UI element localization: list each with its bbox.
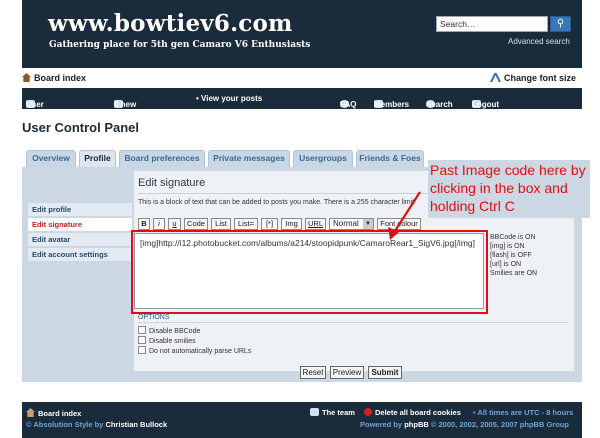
tab-overview[interactable]: Overview xyxy=(26,150,76,167)
timezone-info: • All times are UTC - 8 hours xyxy=(473,408,574,417)
page: www.bowtiev6.com Gathering place for 5th… xyxy=(22,0,582,438)
style-author-link[interactable]: Christian Bullock xyxy=(105,420,167,429)
tab-usergroups[interactable]: Usergroups xyxy=(293,150,353,167)
footer-team-label: The team xyxy=(322,408,355,417)
font-size-icon xyxy=(489,73,501,82)
style-credit-label: © Absolution Style by xyxy=(26,420,104,429)
divider xyxy=(138,322,568,323)
option-no-parse-urls[interactable]: Do not automatically parse URLs xyxy=(138,346,251,355)
nav-view-posts-link[interactable]: • View your posts xyxy=(196,94,262,103)
site-footer: Board index The team Delete all board co… xyxy=(22,402,582,438)
status-flash: [flash] is OFF xyxy=(490,252,532,259)
delete-cookies-link[interactable]: Delete all board cookies xyxy=(364,408,461,417)
advanced-search-link[interactable]: Advanced search xyxy=(508,37,570,46)
footer-board-index-label: Board index xyxy=(38,409,82,418)
home-icon xyxy=(22,73,31,82)
ordered-list-button[interactable]: List= xyxy=(234,218,258,230)
status-img: [img] is ON xyxy=(490,243,525,250)
powered-by-label: Powered by xyxy=(360,420,403,429)
phpbb-link[interactable]: phpBB xyxy=(404,420,429,429)
tab-board-preferences[interactable]: Board preferences xyxy=(119,150,205,167)
site-description: Gathering place for 5th gen Camaro V6 En… xyxy=(49,40,311,50)
option-disable-bbcode[interactable]: Disable BBCode xyxy=(138,326,200,335)
delete-cookies-label: Delete all board cookies xyxy=(375,408,461,417)
submit-button[interactable]: Submit xyxy=(368,366,402,379)
option-label: Do not automatically parse URLs xyxy=(149,348,252,355)
bold-button[interactable]: B xyxy=(138,218,150,230)
change-font-size-label: Change font size xyxy=(503,73,576,83)
search-button[interactable]: ⚲ xyxy=(550,16,571,32)
nav-faq-label: FAQ xyxy=(340,100,357,109)
tab-profile[interactable]: Profile xyxy=(79,150,116,168)
sidebar-item-edit-account-settings[interactable]: Edit account settings xyxy=(28,248,132,261)
code-button[interactable]: Code xyxy=(184,218,208,230)
home-icon xyxy=(26,408,35,417)
style-credit: © Absolution Style by Christian Bullock xyxy=(26,420,167,429)
breadcrumb: Board index Change font size xyxy=(22,72,582,86)
sidebar-item-edit-profile[interactable]: Edit profile xyxy=(28,203,132,216)
nav-logout-label: Logout [ Demon Hunter ] xyxy=(472,100,500,145)
footer-board-index-link[interactable]: Board index xyxy=(26,408,81,418)
option-label: Disable smilies xyxy=(149,338,196,345)
signature-textarea[interactable]: [img]http://i12.photobucket.com/albums/a… xyxy=(134,233,484,309)
change-font-size-link[interactable]: Change font size xyxy=(489,73,576,83)
italic-button[interactable]: i xyxy=(153,218,165,230)
underline-button[interactable]: u xyxy=(168,218,181,230)
font-colour-button[interactable]: Font colour xyxy=(377,218,421,230)
site-title[interactable]: www.bowtiev6.com xyxy=(48,10,293,37)
team-icon xyxy=(310,408,319,416)
site-header: www.bowtiev6.com Gathering place for 5th… xyxy=(22,0,582,68)
tab-friends-foes[interactable]: Friends & Foes xyxy=(356,150,424,167)
navbar: User Control Panel 0 new messages • View… xyxy=(22,88,582,145)
nav-search-label: Search xyxy=(426,100,453,109)
bbcode-status: BBCode is ON [img] is ON [flash] is OFF … xyxy=(490,233,537,278)
nav-members-label: Members xyxy=(374,100,410,109)
powered-by: Powered by phpBB © 2000, 2002, 2005, 200… xyxy=(360,420,569,429)
status-url: [url] is ON xyxy=(490,261,522,268)
checkbox[interactable] xyxy=(138,346,146,354)
tab-private-messages[interactable]: Private messages xyxy=(208,150,290,167)
page-title: User Control Panel xyxy=(22,120,140,135)
checkbox[interactable] xyxy=(138,336,146,344)
img-button[interactable]: Img xyxy=(281,218,302,230)
status-smilies: Smilies are ON xyxy=(490,270,538,277)
annotation-text: Past Image code here by clicking in the … xyxy=(430,162,586,214)
chevron-down-icon: ▼ xyxy=(363,219,373,229)
checkbox[interactable] xyxy=(138,326,146,334)
editor-title: Edit signature xyxy=(138,177,206,189)
copyright: © 2000, 2002, 2005, 2007 phpBB Group xyxy=(430,420,569,429)
options-title: OPTIONS xyxy=(138,314,170,321)
url-button[interactable]: URL xyxy=(305,218,326,230)
option-disable-smilies[interactable]: Disable smilies xyxy=(138,336,196,345)
list-item-button[interactable]: [*] xyxy=(261,218,278,230)
delete-icon xyxy=(364,408,372,416)
search-input[interactable]: Search… xyxy=(436,16,548,32)
option-label: Disable BBCode xyxy=(149,328,201,335)
font-size-select[interactable]: Normal ▼ xyxy=(329,218,374,230)
status-bbcode: BBCode is ON xyxy=(490,234,536,241)
font-size-value: Normal xyxy=(333,219,359,228)
preview-button[interactable]: Preview xyxy=(330,366,364,379)
sidebar-item-edit-signature[interactable]: Edit signature xyxy=(28,218,132,231)
editor-description: This is a block of text that can be adde… xyxy=(138,199,417,206)
search-icon: ⚲ xyxy=(556,18,565,29)
nav-messages-label: 0 new messages xyxy=(114,100,153,118)
list-button[interactable]: List xyxy=(211,218,231,230)
sidebar-item-edit-avatar[interactable]: Edit avatar xyxy=(28,233,132,246)
board-index-link[interactable]: Board index xyxy=(22,73,86,83)
board-index-label: Board index xyxy=(34,73,87,83)
reset-button[interactable]: Reset xyxy=(300,366,326,379)
footer-team-link[interactable]: The team xyxy=(310,408,355,417)
